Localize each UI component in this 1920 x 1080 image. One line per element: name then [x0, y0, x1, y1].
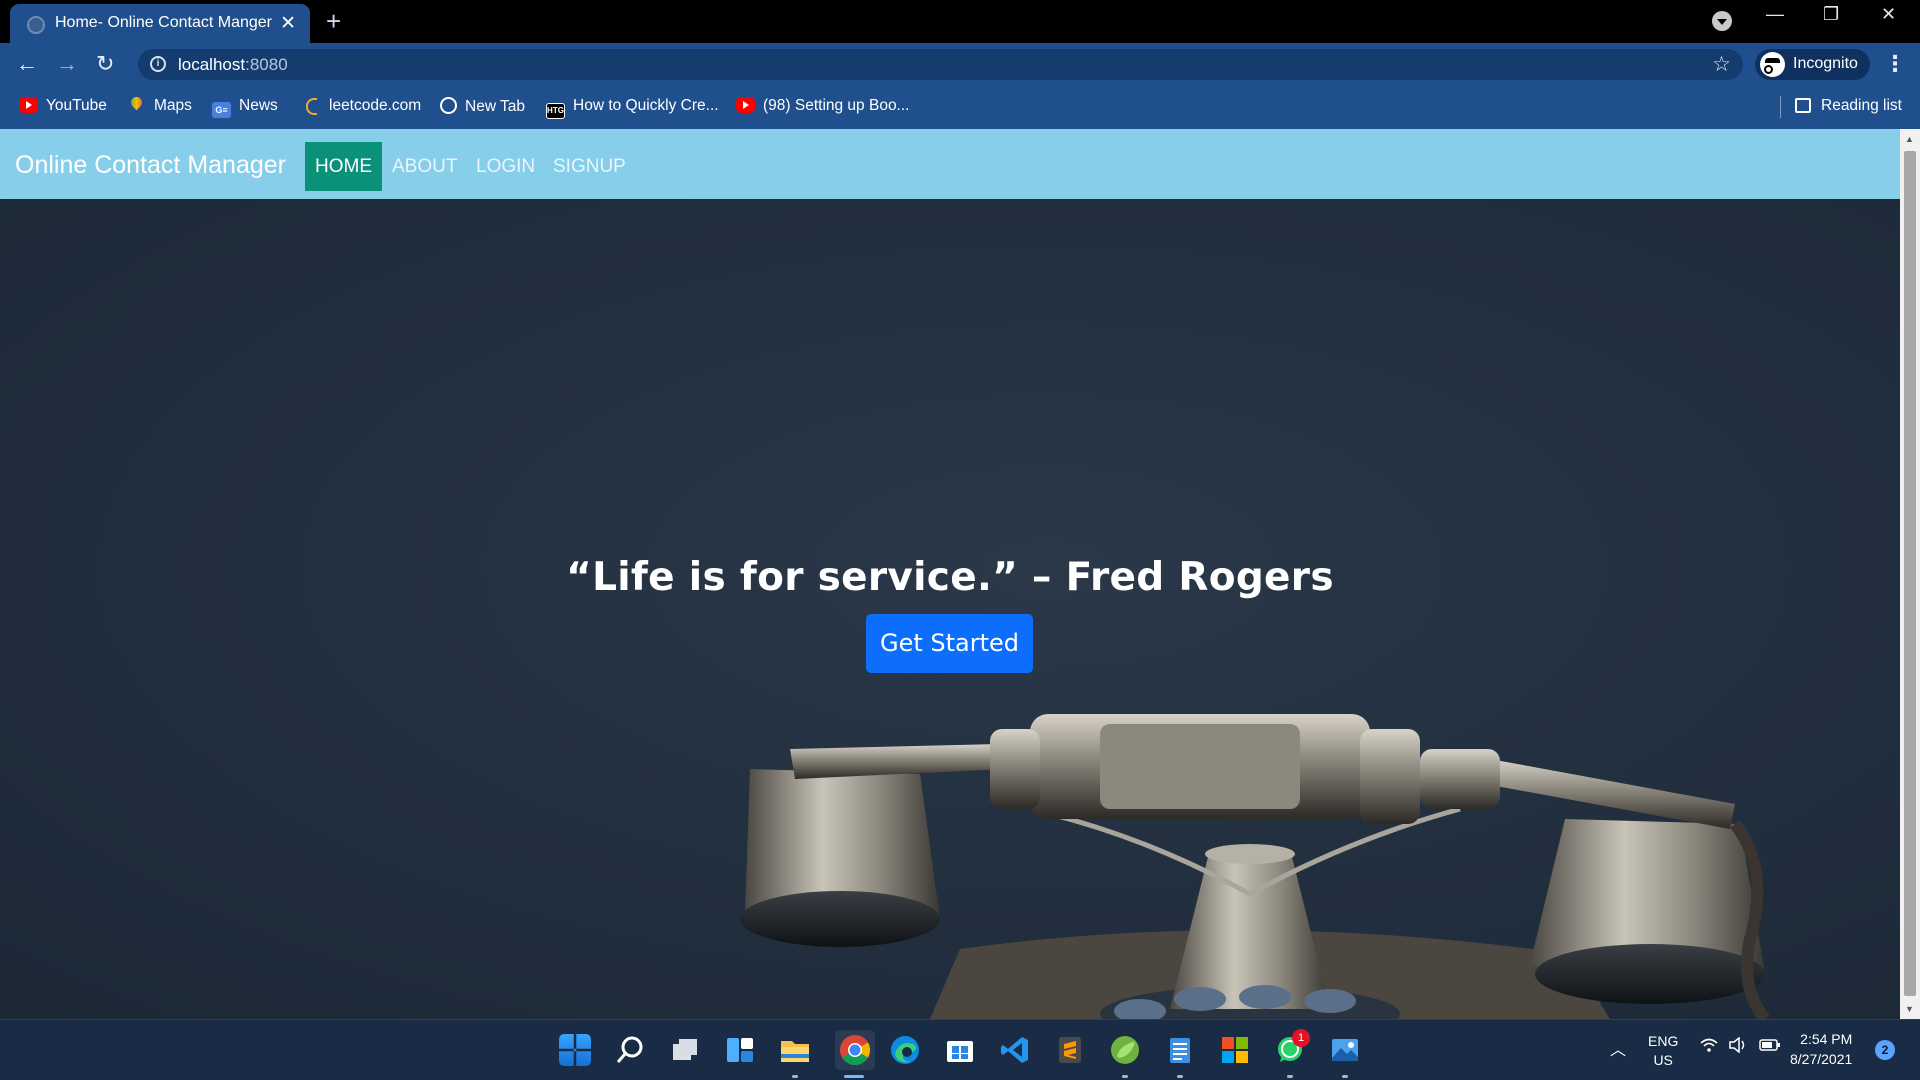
task-view-icon[interactable]: [669, 1034, 701, 1066]
hero-section: “Life is for service.” – Fred Rogers Get…: [0, 199, 1900, 1019]
page-viewport: Online Contact Manager HOME ABOUT LOGIN …: [0, 129, 1900, 1019]
hero-quote: “Life is for service.” – Fred Rogers: [566, 555, 1334, 600]
whatsapp-running-indicator: [1287, 1075, 1293, 1078]
address-bar[interactable]: i localhost:8080 ☆: [138, 49, 1743, 80]
reload-icon[interactable]: ↻: [96, 51, 114, 77]
scroll-down-icon[interactable]: ▼: [1905, 1004, 1914, 1014]
windows-taskbar: 1 ︿ ENG US 2:54 PM 8/27/2021 2: [0, 1019, 1920, 1080]
tab-search-icon[interactable]: [1712, 11, 1732, 31]
vscode-icon[interactable]: [999, 1034, 1031, 1066]
tab-title: Home- Online Contact Manger: [55, 14, 272, 31]
language-indicator[interactable]: ENG US: [1648, 1032, 1678, 1070]
chrome-icon[interactable]: [835, 1030, 875, 1070]
nav-home[interactable]: HOME: [305, 142, 382, 191]
close-window-button[interactable]: ✕: [1881, 4, 1896, 25]
incognito-label: Incognito: [1793, 55, 1858, 72]
browser-toolbar: ← → ↻ i localhost:8080 ☆ Incognito ⋮: [0, 43, 1920, 86]
search-icon[interactable]: [614, 1034, 646, 1066]
bookmark-leetcode[interactable]: leetcode.com: [302, 97, 421, 115]
page-scrollbar[interactable]: ▲ ▼: [1900, 129, 1920, 1019]
new-tab-button[interactable]: +: [326, 6, 341, 37]
leetcode-icon: [302, 97, 321, 115]
site-info-icon[interactable]: i: [150, 56, 166, 72]
nav-login[interactable]: LOGIN: [466, 142, 545, 191]
chrome-active-indicator: [844, 1075, 864, 1078]
tab-close-icon[interactable]: ✕: [280, 12, 296, 35]
globe-icon: [440, 97, 457, 114]
youtube-icon: [736, 97, 755, 113]
bookmark-youtube[interactable]: YouTube: [19, 97, 107, 115]
bookmark-news[interactable]: G≡ News: [212, 97, 278, 118]
restore-button[interactable]: ❐: [1823, 4, 1839, 25]
tab-favicon-icon: [27, 16, 45, 34]
chevron-up-icon[interactable]: ︿: [1610, 1036, 1626, 1060]
store-icon[interactable]: [944, 1034, 976, 1066]
system-clock[interactable]: 2:54 PM 8/27/2021: [1790, 1029, 1852, 1069]
tab-strip: Home- Online Contact Manger ✕ + — ❐ ✕: [0, 0, 1920, 43]
minimize-button[interactable]: —: [1766, 4, 1784, 25]
htg-icon: HTG: [546, 103, 565, 119]
wifi-icon[interactable]: [1700, 1037, 1718, 1056]
spring-running-indicator: [1122, 1075, 1128, 1078]
incognito-icon: [1760, 52, 1785, 77]
bookmark-htg[interactable]: HTG How to Quickly Cre...: [546, 97, 719, 119]
bookmarks-divider: [1780, 96, 1781, 118]
url-text[interactable]: localhost:8080: [178, 55, 288, 75]
photos-icon[interactable]: [1329, 1034, 1361, 1066]
file-explorer-icon[interactable]: [779, 1034, 811, 1066]
news-icon: G≡: [212, 102, 231, 118]
nav-about[interactable]: ABOUT: [382, 142, 467, 191]
site-navbar: Online Contact Manager HOME ABOUT LOGIN …: [0, 129, 1900, 199]
volume-icon[interactable]: [1728, 1036, 1748, 1056]
widgets-icon[interactable]: [724, 1034, 756, 1066]
vintage-telephone-image: [740, 714, 1770, 1019]
scrollbar-thumb[interactable]: [1904, 151, 1916, 996]
get-started-button[interactable]: Get Started: [866, 614, 1033, 673]
youtube-icon: [19, 97, 38, 113]
notepad-icon[interactable]: [1164, 1034, 1196, 1066]
sublime-icon[interactable]: [1054, 1034, 1086, 1066]
battery-icon[interactable]: [1759, 1038, 1781, 1055]
spring-icon[interactable]: [1109, 1034, 1141, 1066]
maps-icon: [127, 97, 146, 113]
incognito-badge[interactable]: Incognito: [1755, 49, 1870, 80]
explorer-running-indicator: [792, 1075, 798, 1078]
bookmark-setting-up-boot[interactable]: (98) Setting up Boo...: [736, 97, 909, 115]
notification-count-badge[interactable]: 2: [1875, 1040, 1895, 1060]
site-brand[interactable]: Online Contact Manager: [15, 151, 286, 180]
scroll-up-icon[interactable]: ▲: [1905, 134, 1914, 144]
photos-running-indicator: [1342, 1075, 1348, 1078]
notepad-running-indicator: [1177, 1075, 1183, 1078]
nav-signup[interactable]: SIGNUP: [543, 142, 636, 191]
menu-kebab-icon[interactable]: ⋮: [1884, 51, 1906, 77]
bookmark-star-icon[interactable]: ☆: [1712, 52, 1731, 77]
start-icon[interactable]: [559, 1034, 591, 1066]
bookmark-maps[interactable]: Maps: [127, 97, 192, 115]
edge-icon[interactable]: [889, 1034, 921, 1066]
bookmark-new-tab[interactable]: New Tab: [440, 97, 525, 116]
office-icon[interactable]: [1219, 1034, 1251, 1066]
reading-list-icon: [1795, 98, 1811, 113]
back-icon[interactable]: ←: [16, 51, 38, 77]
forward-icon[interactable]: →: [56, 51, 78, 77]
reading-list-button[interactable]: Reading list: [1795, 97, 1902, 115]
bookmarks-bar: YouTube Maps G≡ News leetcode.com New Tab…: [0, 86, 1920, 129]
browser-tab[interactable]: Home- Online Contact Manger ✕: [10, 4, 310, 43]
whatsapp-unread-badge: 1: [1292, 1029, 1310, 1047]
